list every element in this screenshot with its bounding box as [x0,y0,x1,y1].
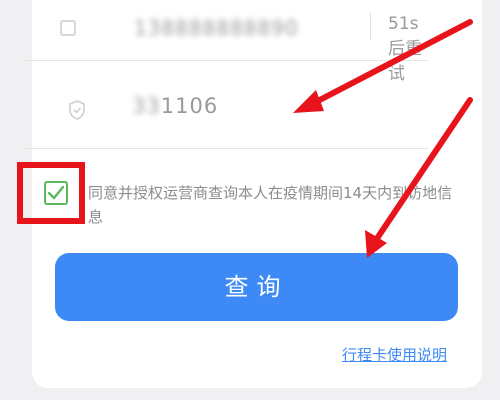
agree-text: 同意并授权运营商查询本人在疫情期间14天内到访地信息 [88,184,453,226]
resend-divider [370,12,371,40]
phone-row: 138888888890 51s后重试 [22,12,428,84]
phone-input[interactable]: 138888888890 [134,16,299,40]
verification-code-row: 331106 [22,78,428,149]
shield-icon [69,100,85,120]
guide-link[interactable]: 行程卡使用说明 [342,344,447,365]
phone-icon [60,20,76,36]
code-blurred-part: 33 [132,94,161,118]
resend-countdown[interactable]: 51s后重试 [388,14,428,84]
verification-code-input[interactable]: 331106 [132,94,218,118]
code-visible-part: 1106 [160,94,219,118]
annotation-box [17,162,85,224]
query-button[interactable]: 查询 [55,253,458,321]
